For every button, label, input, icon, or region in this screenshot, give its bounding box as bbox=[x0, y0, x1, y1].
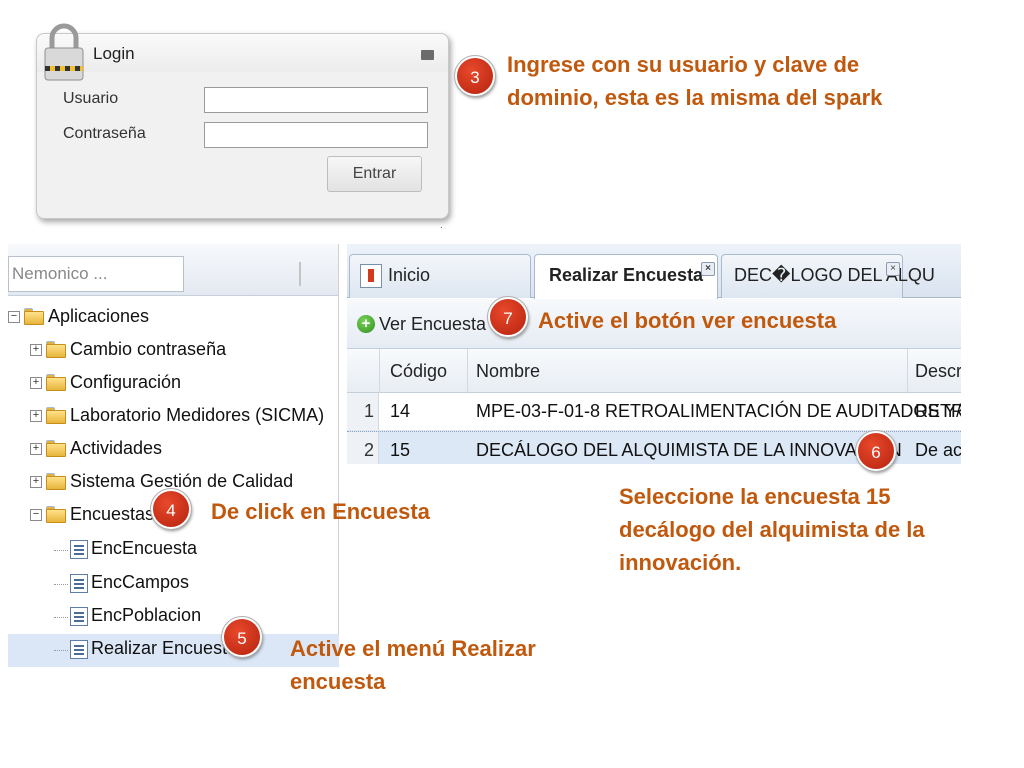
tree-leaf-enccampos[interactable]: EncCampos bbox=[8, 568, 339, 601]
column-header-descripcion[interactable]: Descrip bbox=[915, 361, 961, 382]
form-icon bbox=[70, 640, 88, 659]
step-3-badge: 3 bbox=[454, 55, 496, 97]
tree-leaf-label: EncEncuesta bbox=[91, 538, 198, 558]
password-label: Contraseña bbox=[63, 125, 146, 142]
expand-icon[interactable]: + bbox=[30, 344, 42, 356]
add-icon: + bbox=[357, 315, 375, 333]
folder-icon bbox=[46, 407, 66, 424]
form-icon bbox=[70, 607, 88, 626]
step-3-note: Ingrese con su usuario y clave de domini… bbox=[507, 52, 883, 110]
row-number: 2 bbox=[347, 432, 379, 464]
cell-codigo: 14 bbox=[390, 401, 411, 421]
row-number: 1 bbox=[347, 393, 379, 430]
step-6-badge: 6 bbox=[855, 430, 897, 472]
login-title: Login bbox=[93, 44, 135, 63]
tab-label: Inicio bbox=[388, 265, 431, 285]
tree-leaf-encpoblacion[interactable]: EncPoblacion bbox=[8, 601, 339, 634]
column-header-codigo[interactable]: Código bbox=[390, 361, 447, 382]
expand-icon[interactable]: + bbox=[30, 476, 42, 488]
tree-item-laboratorio[interactable]: + Laboratorio Medidores (SICMA) bbox=[8, 401, 339, 434]
username-field[interactable] bbox=[204, 87, 428, 113]
collapse-icon[interactable]: − bbox=[30, 509, 42, 521]
tree-root-label: Aplicaciones bbox=[48, 306, 150, 326]
tab-realizar-encuesta[interactable]: Realizar Encuesta × bbox=[534, 254, 718, 299]
tree-item-label: Actividades bbox=[70, 438, 163, 458]
step-5-note: Active el menú Realizar encuesta bbox=[290, 636, 536, 694]
grid-header: Código Nombre Descrip bbox=[347, 349, 961, 393]
collapse-icon[interactable]: − bbox=[8, 311, 20, 323]
step-7-badge: 7 bbox=[487, 296, 529, 338]
folder-icon bbox=[46, 506, 66, 523]
expand-icon[interactable]: + bbox=[30, 443, 42, 455]
ver-encuesta-button[interactable]: Ver Encuesta bbox=[379, 314, 486, 335]
step-6-note: Seleccione la encuesta 15 decálogo del a… bbox=[619, 484, 925, 575]
tab-decalogo[interactable]: DEC�LOGO DEL ALQU × bbox=[721, 254, 935, 298]
step-7-note: Active el botón ver encuesta bbox=[538, 308, 837, 333]
folder-icon bbox=[24, 308, 44, 325]
cell-codigo: 15 bbox=[390, 440, 411, 460]
close-icon[interactable]: × bbox=[701, 262, 715, 276]
login-dialog: Login Usuario Contraseña Entrar bbox=[36, 23, 449, 219]
tree-item-label: Encuestas bbox=[70, 504, 155, 524]
cell-nombre: DECÁLOGO DEL ALQUIMISTA DE LA INNOVACIÓN bbox=[476, 440, 902, 460]
tab-bar: Inicio Realizar Encuesta × DEC�LOGO DEL … bbox=[347, 244, 961, 299]
tree-leaf-label: EncPoblacion bbox=[91, 605, 202, 625]
tab-label: DEC�LOGO DEL ALQU bbox=[734, 265, 935, 285]
tree-root-aplicaciones[interactable]: − Aplicaciones bbox=[8, 302, 339, 335]
cell-descripcion: RETRO bbox=[915, 401, 961, 421]
tab-inicio[interactable]: Inicio bbox=[349, 254, 531, 298]
login-button[interactable]: Entrar bbox=[327, 156, 422, 192]
step-4-badge: 4 bbox=[150, 488, 192, 530]
search-input[interactable]: Nemonico ... bbox=[8, 256, 184, 292]
tree-panel: Nemonico ... − Aplicaciones + Cambio con… bbox=[8, 244, 339, 667]
folder-icon bbox=[46, 473, 66, 490]
cell-nombre: MPE-03-F-01-8 RETROALIMENTACIÓN DE AUDIT… bbox=[476, 401, 961, 421]
toolbar-divider bbox=[299, 262, 301, 286]
username-label: Usuario bbox=[63, 90, 119, 107]
password-field[interactable] bbox=[204, 122, 428, 148]
tree-item-label: Sistema Gestión de Calidad bbox=[70, 471, 294, 491]
tree-item-configuracion[interactable]: + Configuración bbox=[8, 368, 339, 401]
folder-icon bbox=[46, 374, 66, 391]
expand-icon[interactable]: + bbox=[30, 377, 42, 389]
tree-toolbar: Nemonico ... bbox=[8, 244, 338, 296]
form-icon bbox=[70, 574, 88, 593]
tree-item-label: Laboratorio Medidores (SICMA) bbox=[70, 405, 325, 425]
tree-item-label: Configuración bbox=[70, 372, 182, 392]
stray-mark: . bbox=[440, 220, 443, 231]
tree-leaf-encencuesta[interactable]: EncEncuesta bbox=[8, 534, 339, 567]
tree-item-actividades[interactable]: + Actividades bbox=[8, 434, 339, 467]
minimize-icon[interactable] bbox=[421, 50, 434, 60]
tree-item-label: Cambio contraseña bbox=[70, 339, 227, 359]
tree-item-cambio-contrasena[interactable]: + Cambio contraseña bbox=[8, 335, 339, 368]
login-header: Login bbox=[37, 34, 448, 72]
tab-label: Realizar Encuesta bbox=[549, 265, 704, 285]
lock-icon bbox=[44, 23, 84, 81]
tree-leaf-label: Realizar Encuesta bbox=[91, 638, 238, 658]
tree-leaf-label: EncCampos bbox=[91, 572, 190, 592]
cell-descripcion: De acu bbox=[915, 440, 961, 460]
form-icon bbox=[70, 540, 88, 559]
close-icon[interactable]: × bbox=[886, 262, 900, 276]
table-row[interactable]: 1 14 MPE-03-F-01-8 RETROALIMENTACIÓN DE … bbox=[347, 393, 961, 431]
step-4-note: De click en Encuesta bbox=[211, 499, 430, 524]
folder-icon bbox=[46, 341, 66, 358]
column-header-nombre[interactable]: Nombre bbox=[476, 361, 540, 382]
home-icon bbox=[360, 264, 382, 288]
step-5-badge: 5 bbox=[221, 616, 263, 658]
folder-icon bbox=[46, 440, 66, 457]
expand-icon[interactable]: + bbox=[30, 410, 42, 422]
